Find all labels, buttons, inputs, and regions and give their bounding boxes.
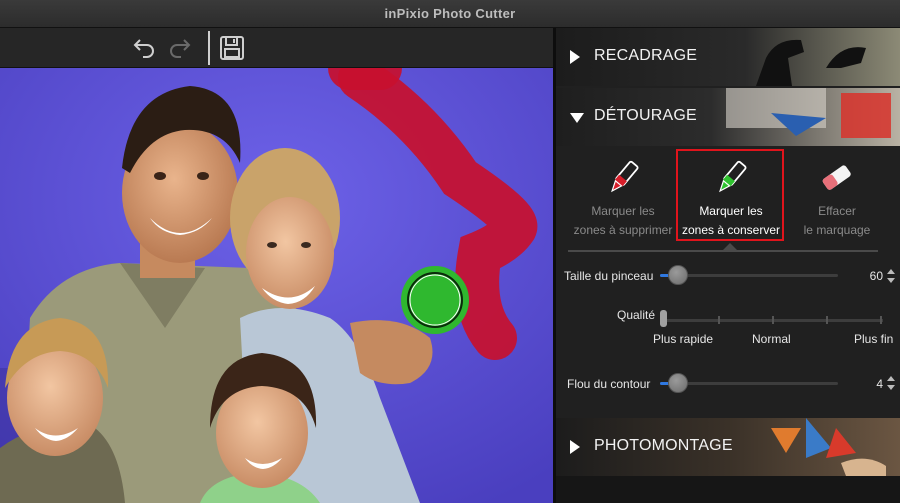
- decrease-icon[interactable]: [887, 278, 895, 283]
- quality-tick: [826, 316, 828, 324]
- quality-tick: [718, 316, 720, 324]
- collapse-arrow-icon: [570, 113, 584, 123]
- red-marker-icon: [603, 158, 643, 198]
- panel-footer: [556, 476, 900, 503]
- quality-tick: [880, 316, 882, 324]
- tool-mark-remove[interactable]: Marquer les zones à supprimer: [568, 150, 678, 260]
- section-detourage[interactable]: DÉTOURAGE: [556, 88, 900, 146]
- eraser-icon: [817, 158, 857, 198]
- brush-size-slider-handle[interactable]: [668, 265, 688, 285]
- increase-icon[interactable]: [887, 269, 895, 274]
- quality-option-normal: Normal: [752, 332, 791, 346]
- tool-separator: [568, 250, 878, 252]
- edge-blur-stepper[interactable]: [886, 374, 896, 392]
- tool-erase-marks[interactable]: Effacer le marquage: [782, 150, 892, 260]
- edge-blur-label: Flou du contour: [567, 377, 651, 391]
- brush-size-value: 60: [869, 269, 883, 283]
- increase-icon[interactable]: [887, 376, 895, 381]
- active-tool-pointer: [723, 243, 737, 250]
- tool-erase-label-2: le marquage: [803, 223, 871, 237]
- edge-blur-slider-handle[interactable]: [668, 373, 688, 393]
- redo-icon[interactable]: [164, 32, 196, 64]
- brush-size-label: Taille du pinceau: [564, 269, 654, 283]
- save-icon[interactable]: [216, 32, 248, 64]
- tool-erase-label-1: Effacer: [818, 204, 856, 218]
- toolbar: [0, 28, 553, 68]
- title-bar: inPixio Photo Cutter: [0, 0, 900, 28]
- section-label-detourage: DÉTOURAGE: [594, 107, 697, 124]
- expand-arrow-icon: [570, 50, 580, 64]
- section-label-photomontage: PHOTOMONTAGE: [594, 437, 733, 454]
- photo-canvas[interactable]: [0, 68, 553, 503]
- section-label-recadrage: RECADRAGE: [594, 47, 698, 64]
- quality-option-fast: Plus rapide: [653, 332, 714, 346]
- tools-panel: RECADRAGE DÉTOURAGE Marquer les zones à s…: [556, 28, 900, 503]
- active-tool-highlight: [676, 149, 784, 241]
- quality-tick: [772, 316, 774, 324]
- section-recadrage[interactable]: RECADRAGE: [556, 28, 900, 86]
- tool-mark-remove-label-2: zones à supprimer: [573, 223, 673, 237]
- quality-option-fine: Plus fin: [854, 332, 894, 346]
- quality-label: Qualité: [617, 308, 656, 322]
- window-title: inPixio Photo Cutter: [384, 6, 516, 21]
- tool-mark-remove-label-1: Marquer les: [591, 204, 655, 218]
- undo-icon[interactable]: [128, 32, 160, 64]
- decrease-icon[interactable]: [887, 385, 895, 390]
- edge-blur-value: 4: [876, 377, 883, 391]
- section-photomontage[interactable]: PHOTOMONTAGE: [556, 418, 900, 476]
- toolbar-separator: [208, 31, 210, 65]
- quality-slider-handle[interactable]: [660, 310, 667, 327]
- expand-arrow-icon: [570, 440, 580, 454]
- brush-size-stepper[interactable]: [886, 267, 896, 285]
